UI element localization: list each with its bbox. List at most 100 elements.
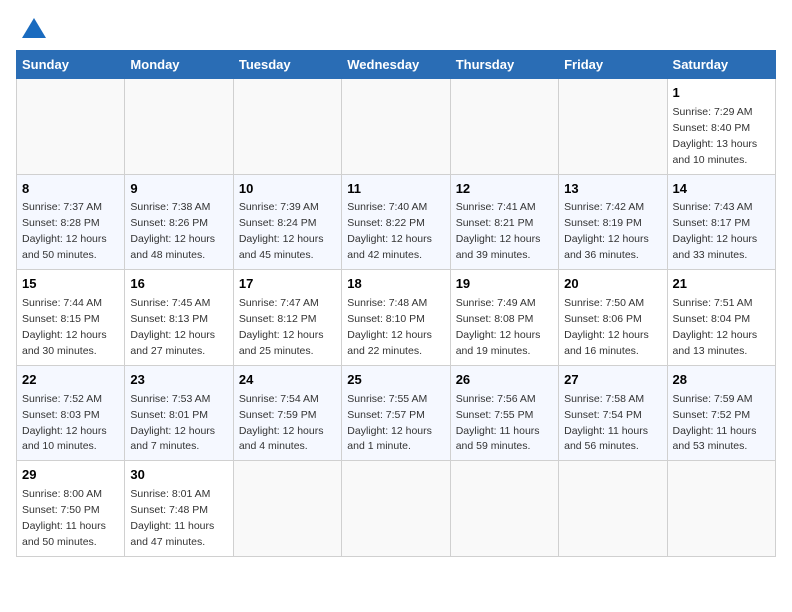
calendar-cell: 20 Sunrise: 7:50 AMSunset: 8:06 PMDayligh… [559,270,667,366]
calendar-cell [233,461,341,557]
day-number: 11 [347,180,444,199]
calendar-week-row: 8 Sunrise: 7:37 AMSunset: 8:28 PMDaylight… [17,174,776,270]
day-info: Sunrise: 7:45 AMSunset: 8:13 PMDaylight:… [130,297,215,357]
day-header-friday: Friday [559,51,667,79]
calendar-cell: 11 Sunrise: 7:40 AMSunset: 8:22 PMDayligh… [342,174,450,270]
calendar-cell: 9 Sunrise: 7:38 AMSunset: 8:26 PMDaylight… [125,174,233,270]
calendar-cell: 27 Sunrise: 7:58 AMSunset: 7:54 PMDayligh… [559,365,667,461]
day-header-sunday: Sunday [17,51,125,79]
day-number: 16 [130,275,227,294]
day-number: 21 [673,275,770,294]
day-number: 10 [239,180,336,199]
day-info: Sunrise: 7:49 AMSunset: 8:08 PMDaylight:… [456,297,541,357]
day-number: 28 [673,371,770,390]
day-header-wednesday: Wednesday [342,51,450,79]
calendar-cell: 17 Sunrise: 7:47 AMSunset: 8:12 PMDayligh… [233,270,341,366]
day-info: Sunrise: 7:42 AMSunset: 8:19 PMDaylight:… [564,201,649,261]
day-info: Sunrise: 7:53 AMSunset: 8:01 PMDaylight:… [130,393,215,453]
calendar-cell [342,461,450,557]
day-number: 27 [564,371,661,390]
day-info: Sunrise: 7:59 AMSunset: 7:52 PMDaylight:… [673,393,757,453]
day-info: Sunrise: 8:01 AMSunset: 7:48 PMDaylight:… [130,488,214,548]
calendar-cell: 8 Sunrise: 7:37 AMSunset: 8:28 PMDaylight… [17,174,125,270]
calendar-cell: 10 Sunrise: 7:39 AMSunset: 8:24 PMDayligh… [233,174,341,270]
calendar-cell: 19 Sunrise: 7:49 AMSunset: 8:08 PMDayligh… [450,270,558,366]
calendar-cell: 25 Sunrise: 7:55 AMSunset: 7:57 PMDayligh… [342,365,450,461]
day-info: Sunrise: 8:00 AMSunset: 7:50 PMDaylight:… [22,488,106,548]
calendar-cell: 16 Sunrise: 7:45 AMSunset: 8:13 PMDayligh… [125,270,233,366]
calendar-cell: 18 Sunrise: 7:48 AMSunset: 8:10 PMDayligh… [342,270,450,366]
day-number: 12 [456,180,553,199]
day-info: Sunrise: 7:58 AMSunset: 7:54 PMDaylight:… [564,393,648,453]
day-info: Sunrise: 7:55 AMSunset: 7:57 PMDaylight:… [347,393,432,453]
day-number: 24 [239,371,336,390]
day-info: Sunrise: 7:50 AMSunset: 8:06 PMDaylight:… [564,297,649,357]
day-info: Sunrise: 7:39 AMSunset: 8:24 PMDaylight:… [239,201,324,261]
day-info: Sunrise: 7:40 AMSunset: 8:22 PMDaylight:… [347,201,432,261]
day-number: 1 [673,84,770,103]
calendar-week-row: 29 Sunrise: 8:00 AMSunset: 7:50 PMDayligh… [17,461,776,557]
day-number: 23 [130,371,227,390]
calendar-cell [559,461,667,557]
calendar-cell: 14 Sunrise: 7:43 AMSunset: 8:17 PMDayligh… [667,174,775,270]
day-number: 14 [673,180,770,199]
day-info: Sunrise: 7:43 AMSunset: 8:17 PMDaylight:… [673,201,758,261]
day-info: Sunrise: 7:41 AMSunset: 8:21 PMDaylight:… [456,201,541,261]
calendar-cell [342,79,450,175]
calendar-cell: 22 Sunrise: 7:52 AMSunset: 8:03 PMDayligh… [17,365,125,461]
day-number: 19 [456,275,553,294]
day-number: 25 [347,371,444,390]
page-header [16,16,776,40]
day-header-monday: Monday [125,51,233,79]
calendar-table: SundayMondayTuesdayWednesdayThursdayFrid… [16,50,776,557]
calendar-cell [17,79,125,175]
calendar-cell [667,461,775,557]
day-number: 13 [564,180,661,199]
day-number: 18 [347,275,444,294]
day-header-saturday: Saturday [667,51,775,79]
calendar-cell [450,79,558,175]
day-number: 20 [564,275,661,294]
day-info: Sunrise: 7:44 AMSunset: 8:15 PMDaylight:… [22,297,107,357]
calendar-week-row: 15 Sunrise: 7:44 AMSunset: 8:15 PMDayligh… [17,270,776,366]
calendar-header-row: SundayMondayTuesdayWednesdayThursdayFrid… [17,51,776,79]
logo-icon [20,16,48,44]
day-header-thursday: Thursday [450,51,558,79]
day-number: 30 [130,466,227,485]
calendar-cell: 1 Sunrise: 7:29 AMSunset: 8:40 PMDaylight… [667,79,775,175]
calendar-cell: 23 Sunrise: 7:53 AMSunset: 8:01 PMDayligh… [125,365,233,461]
calendar-cell [450,461,558,557]
calendar-cell: 28 Sunrise: 7:59 AMSunset: 7:52 PMDayligh… [667,365,775,461]
day-info: Sunrise: 7:38 AMSunset: 8:26 PMDaylight:… [130,201,215,261]
calendar-cell [559,79,667,175]
day-info: Sunrise: 7:51 AMSunset: 8:04 PMDaylight:… [673,297,758,357]
calendar-cell: 24 Sunrise: 7:54 AMSunset: 7:59 PMDayligh… [233,365,341,461]
day-info: Sunrise: 7:29 AMSunset: 8:40 PMDaylight:… [673,106,758,166]
day-number: 8 [22,180,119,199]
day-info: Sunrise: 7:37 AMSunset: 8:28 PMDaylight:… [22,201,107,261]
calendar-cell: 21 Sunrise: 7:51 AMSunset: 8:04 PMDayligh… [667,270,775,366]
calendar-week-row: 1 Sunrise: 7:29 AMSunset: 8:40 PMDaylight… [17,79,776,175]
day-number: 22 [22,371,119,390]
calendar-cell [233,79,341,175]
calendar-cell: 15 Sunrise: 7:44 AMSunset: 8:15 PMDayligh… [17,270,125,366]
day-number: 9 [130,180,227,199]
day-number: 29 [22,466,119,485]
day-info: Sunrise: 7:47 AMSunset: 8:12 PMDaylight:… [239,297,324,357]
day-info: Sunrise: 7:56 AMSunset: 7:55 PMDaylight:… [456,393,540,453]
calendar-cell: 26 Sunrise: 7:56 AMSunset: 7:55 PMDayligh… [450,365,558,461]
day-info: Sunrise: 7:52 AMSunset: 8:03 PMDaylight:… [22,393,107,453]
day-number: 17 [239,275,336,294]
calendar-cell: 30 Sunrise: 8:01 AMSunset: 7:48 PMDayligh… [125,461,233,557]
calendar-week-row: 22 Sunrise: 7:52 AMSunset: 8:03 PMDayligh… [17,365,776,461]
calendar-cell: 29 Sunrise: 8:00 AMSunset: 7:50 PMDayligh… [17,461,125,557]
day-number: 26 [456,371,553,390]
calendar-cell: 13 Sunrise: 7:42 AMSunset: 8:19 PMDayligh… [559,174,667,270]
day-info: Sunrise: 7:48 AMSunset: 8:10 PMDaylight:… [347,297,432,357]
day-number: 15 [22,275,119,294]
day-info: Sunrise: 7:54 AMSunset: 7:59 PMDaylight:… [239,393,324,453]
day-header-tuesday: Tuesday [233,51,341,79]
calendar-cell: 12 Sunrise: 7:41 AMSunset: 8:21 PMDayligh… [450,174,558,270]
logo [16,16,48,40]
calendar-cell [125,79,233,175]
